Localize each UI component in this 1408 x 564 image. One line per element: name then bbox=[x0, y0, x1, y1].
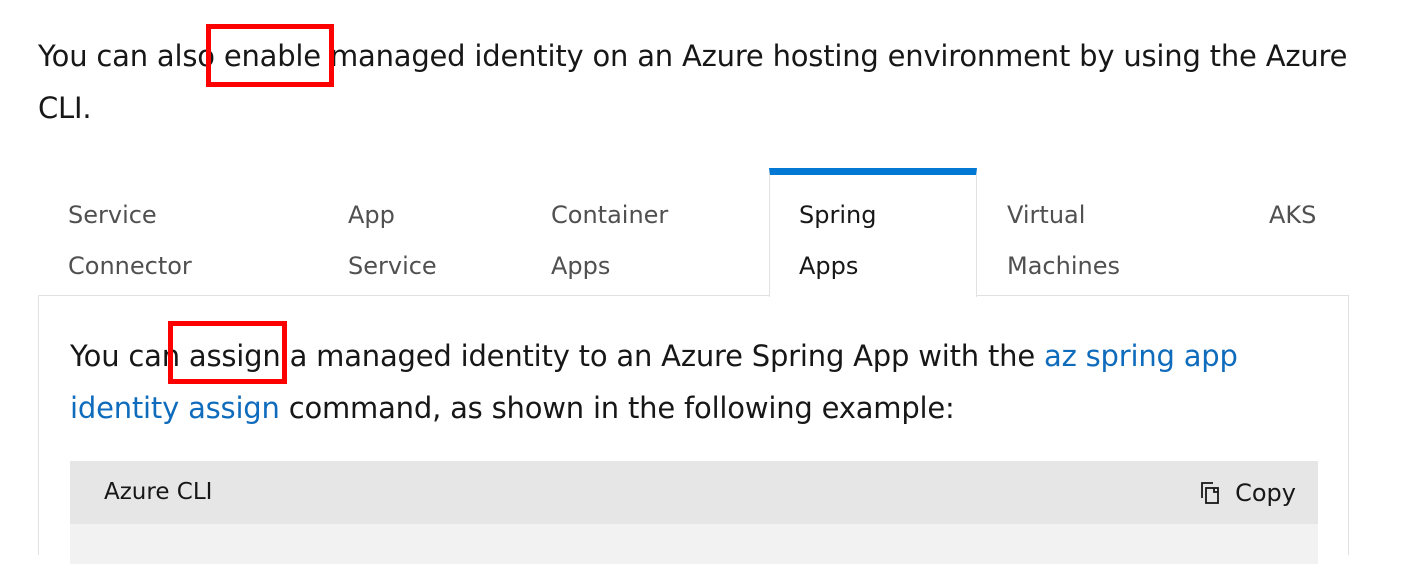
panel-paragraph: You can assign a managed identity to an … bbox=[70, 330, 1310, 434]
tab-label-line1: AKS bbox=[1269, 201, 1317, 229]
tab-aks[interactable]: AKS bbox=[1269, 168, 1339, 296]
tab-label-line2: Apps bbox=[551, 252, 611, 280]
code-block-body bbox=[70, 524, 1318, 564]
tab-panel-spring-apps: You can assign a managed identity to an … bbox=[38, 295, 1349, 564]
tab-label-line1: Virtual bbox=[1007, 201, 1086, 229]
code-block-header: Azure CLI Copy bbox=[70, 461, 1318, 524]
panel-highlighted-word: assign bbox=[188, 339, 281, 373]
intro-text-before: You can also bbox=[38, 39, 224, 73]
tab-container-apps[interactable]: Container Apps bbox=[551, 168, 731, 296]
tab-label-line2: Connector bbox=[68, 252, 192, 280]
tab-label-line2: Machines bbox=[1007, 252, 1120, 280]
tab-spring-apps[interactable]: Spring Apps bbox=[769, 168, 977, 297]
panel-text-before: You can bbox=[70, 339, 189, 373]
tab-label-line2: Apps bbox=[799, 252, 859, 280]
tab-label-line1: Service bbox=[68, 201, 157, 229]
panel-text-middle: a managed identity to an Azure Spring Ap… bbox=[280, 339, 1045, 373]
hosting-tabs: Service Connector App Service Container … bbox=[38, 168, 1349, 297]
copy-icon bbox=[1197, 480, 1223, 506]
tab-virtual-machines[interactable]: Virtual Machines bbox=[1007, 168, 1187, 296]
tab-label-line1: Spring bbox=[799, 201, 877, 229]
copy-label: Copy bbox=[1235, 478, 1296, 507]
intro-paragraph: You can also enable managed identity on … bbox=[38, 30, 1358, 134]
copy-button[interactable]: Copy bbox=[1197, 461, 1296, 524]
tab-app-service[interactable]: App Service bbox=[348, 168, 498, 296]
panel-text-after: command, as shown in the following examp… bbox=[279, 391, 955, 425]
tab-label-line1: App bbox=[348, 201, 395, 229]
code-language-label: Azure CLI bbox=[104, 479, 213, 505]
tab-label-line1: Container bbox=[551, 201, 669, 229]
tab-label-line2: Service bbox=[348, 252, 437, 280]
tab-service-connector[interactable]: Service Connector bbox=[68, 168, 268, 296]
intro-highlighted-word: enable bbox=[223, 39, 330, 73]
